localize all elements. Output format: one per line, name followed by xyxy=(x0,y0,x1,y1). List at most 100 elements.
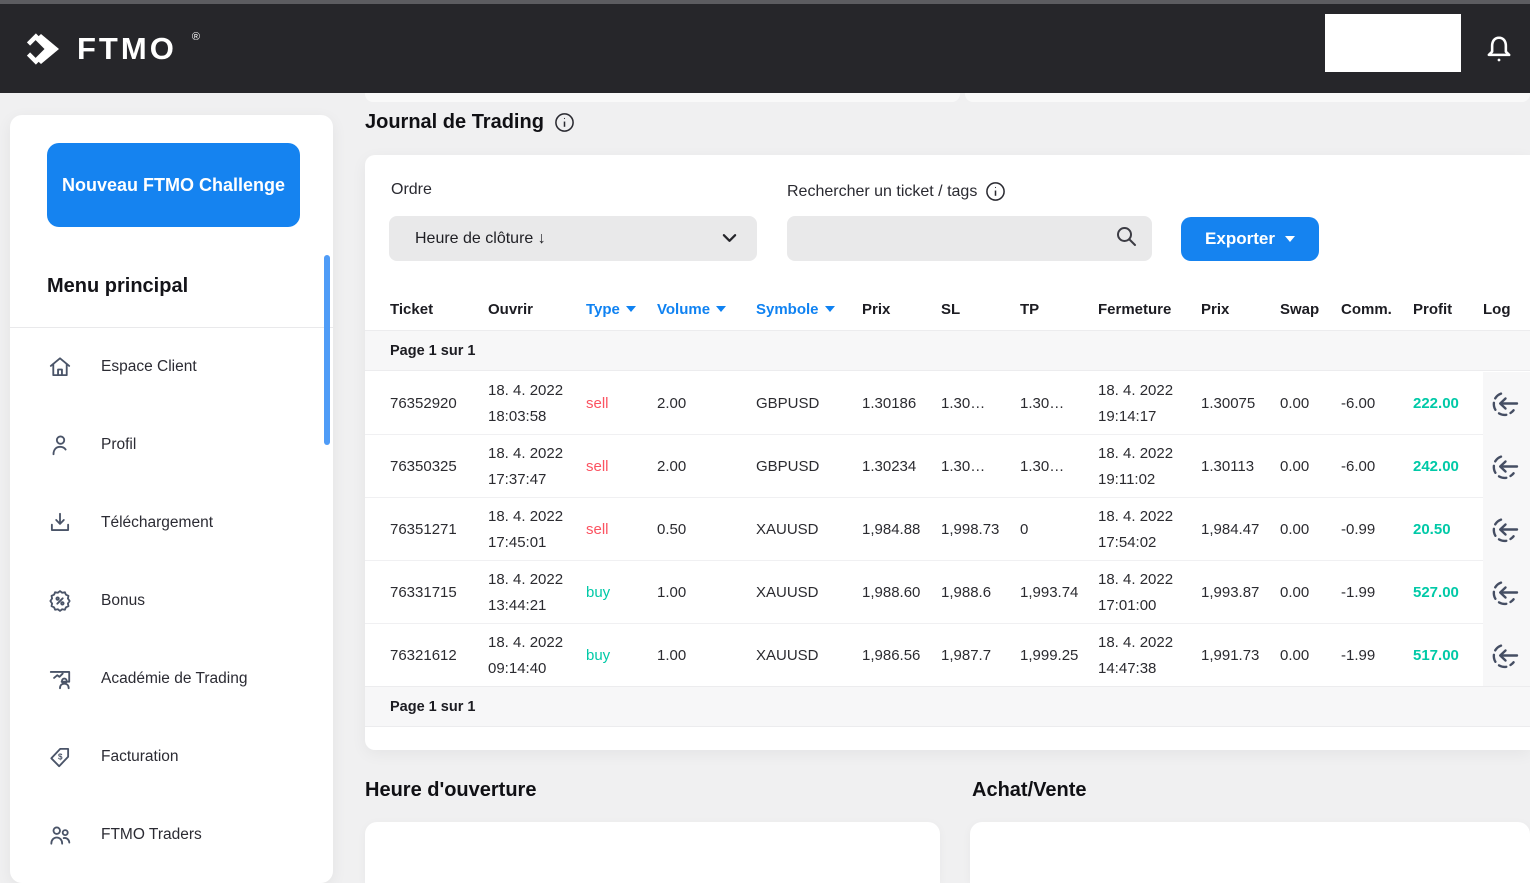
cell-log xyxy=(1483,624,1530,687)
table-row: 76331715 18. 4. 202213:44:21 buy 1.00 XA… xyxy=(365,561,1530,624)
cell-ticket: 76321612 xyxy=(390,647,488,664)
table-row: 76321612 18. 4. 202209:14:40 buy 1.00 XA… xyxy=(365,624,1530,687)
log-replay-icon[interactable] xyxy=(1489,388,1521,420)
section-title-open-hours: Heure d'ouverture xyxy=(365,779,536,802)
caret-down-icon xyxy=(716,306,726,312)
page-title: Journal de Trading xyxy=(365,111,575,134)
notification-bell-icon[interactable] xyxy=(1482,31,1516,67)
cell-close-datetime: 18. 4. 202217:01:00 xyxy=(1098,567,1201,618)
cell-tp: 1.30… xyxy=(1020,458,1098,475)
export-button[interactable]: Exporter xyxy=(1181,217,1319,261)
pagination-top: Page 1 sur 1 xyxy=(365,330,1530,371)
cell-commission: -1.99 xyxy=(1341,647,1413,664)
sidebar-item-espace-client[interactable]: Espace Client xyxy=(10,328,333,406)
sidebar-item-facturation[interactable]: $ Facturation xyxy=(10,718,333,796)
percent-badge-icon xyxy=(47,588,73,614)
cell-type: buy xyxy=(586,647,657,664)
table-header-row: Ticket Ouvrir Type Volume Symbole Prix S… xyxy=(365,295,1530,323)
cell-log xyxy=(1483,561,1530,624)
cell-close-price: 1,984.47 xyxy=(1201,521,1280,538)
col-symbole-sortable[interactable]: Symbole xyxy=(756,301,862,318)
cell-ticket: 76331715 xyxy=(390,584,488,601)
order-filter-label: Ordre xyxy=(391,181,432,199)
col-type-sortable[interactable]: Type xyxy=(586,301,657,318)
section-title-buy-sell: Achat/Vente xyxy=(972,779,1086,802)
sidebar-item-label: Bonus xyxy=(101,592,145,610)
sidebar-scrollbar[interactable] xyxy=(324,255,330,445)
trading-journal-card: Ordre Heure de clôture ↓ Rechercher un t… xyxy=(365,155,1530,750)
cell-symbol: GBPUSD xyxy=(756,458,862,475)
col-prix-close: Prix xyxy=(1201,301,1280,318)
cell-volume: 1.00 xyxy=(657,584,756,601)
cell-close-price: 1.30113 xyxy=(1201,458,1280,475)
caret-down-icon xyxy=(1285,236,1295,242)
cell-close-datetime: 18. 4. 202217:54:02 xyxy=(1098,504,1201,555)
cell-close-datetime: 18. 4. 202219:11:02 xyxy=(1098,441,1201,492)
academy-icon xyxy=(47,666,73,692)
info-icon[interactable] xyxy=(554,112,575,133)
caret-down-icon xyxy=(825,306,835,312)
card-bottom-sliver xyxy=(365,93,960,102)
billing-tag-icon: $ xyxy=(47,744,73,770)
cell-tp: 1,999.25 xyxy=(1020,647,1098,664)
log-replay-icon[interactable] xyxy=(1489,577,1521,609)
cell-volume: 2.00 xyxy=(657,395,756,412)
sidebar-item-profil[interactable]: Profil xyxy=(10,406,333,484)
search-icon[interactable] xyxy=(1114,224,1138,253)
col-ouvrir: Ouvrir xyxy=(488,301,586,318)
ticket-search-input[interactable] xyxy=(787,216,1114,261)
sidebar: Nouveau FTMO Challenge Menu principal Es… xyxy=(10,115,333,883)
chevron-down-icon xyxy=(722,230,737,248)
cell-swap: 0.00 xyxy=(1280,584,1341,601)
cell-ticket: 76351271 xyxy=(390,521,488,538)
app-header: FTMO® xyxy=(0,4,1530,93)
table-row: 76350325 18. 4. 202217:37:47 sell 2.00 G… xyxy=(365,435,1530,498)
log-replay-icon[interactable] xyxy=(1489,640,1521,672)
cell-symbol: XAUUSD xyxy=(756,521,862,538)
people-icon xyxy=(47,822,73,848)
cell-open-datetime: 18. 4. 202217:37:47 xyxy=(488,441,586,492)
pagination-bottom: Page 1 sur 1 xyxy=(365,686,1530,727)
sidebar-item-ftmo-traders[interactable]: FTMO Traders xyxy=(10,796,333,874)
cell-commission: -6.00 xyxy=(1341,458,1413,475)
ftmo-logo: FTMO® xyxy=(24,4,198,93)
caret-down-icon xyxy=(626,306,636,312)
cell-tp: 1,993.74 xyxy=(1020,584,1098,601)
brand-name: FTMO xyxy=(77,33,177,64)
cell-symbol: GBPUSD xyxy=(756,395,862,412)
cell-ticket: 76350325 xyxy=(390,458,488,475)
cell-profit: 517.00 xyxy=(1413,647,1483,664)
cell-profit: 222.00 xyxy=(1413,395,1483,412)
log-replay-icon[interactable] xyxy=(1489,451,1521,483)
cell-sl: 1.30… xyxy=(941,458,1020,475)
cell-open-datetime: 18. 4. 202209:14:40 xyxy=(488,630,586,681)
col-comm: Comm. xyxy=(1341,301,1413,318)
card-bottom-sliver xyxy=(965,93,1530,102)
new-challenge-button[interactable]: Nouveau FTMO Challenge xyxy=(47,143,300,227)
cell-profit: 242.00 xyxy=(1413,458,1483,475)
info-icon[interactable] xyxy=(985,181,1006,202)
download-icon xyxy=(47,510,73,536)
sidebar-item-academie[interactable]: Académie de Trading xyxy=(10,640,333,718)
cell-type: sell xyxy=(586,395,657,412)
cell-close-datetime: 18. 4. 202219:14:17 xyxy=(1098,378,1201,429)
order-sort-select[interactable]: Heure de clôture ↓ xyxy=(389,216,757,261)
cell-volume: 0.50 xyxy=(657,521,756,538)
cell-close-price: 1,993.87 xyxy=(1201,584,1280,601)
sidebar-item-telechargement[interactable]: Téléchargement xyxy=(10,484,333,562)
cell-commission: -1.99 xyxy=(1341,584,1413,601)
col-volume-sortable[interactable]: Volume xyxy=(657,301,756,318)
sidebar-item-label: Espace Client xyxy=(101,358,197,376)
cell-volume: 2.00 xyxy=(657,458,756,475)
search-label: Rechercher un ticket / tags xyxy=(787,181,1006,202)
col-sl: SL xyxy=(941,301,1020,318)
open-hours-card xyxy=(365,822,940,883)
col-prix-open: Prix xyxy=(862,301,941,318)
sidebar-item-bonus[interactable]: Bonus xyxy=(10,562,333,640)
log-replay-icon[interactable] xyxy=(1489,514,1521,546)
cell-close-price: 1.30075 xyxy=(1201,395,1280,412)
sidebar-item-label: Profil xyxy=(101,436,136,454)
svg-text:$: $ xyxy=(58,752,63,761)
user-placeholder xyxy=(1325,14,1461,72)
cell-open-price: 1,984.88 xyxy=(862,521,941,538)
